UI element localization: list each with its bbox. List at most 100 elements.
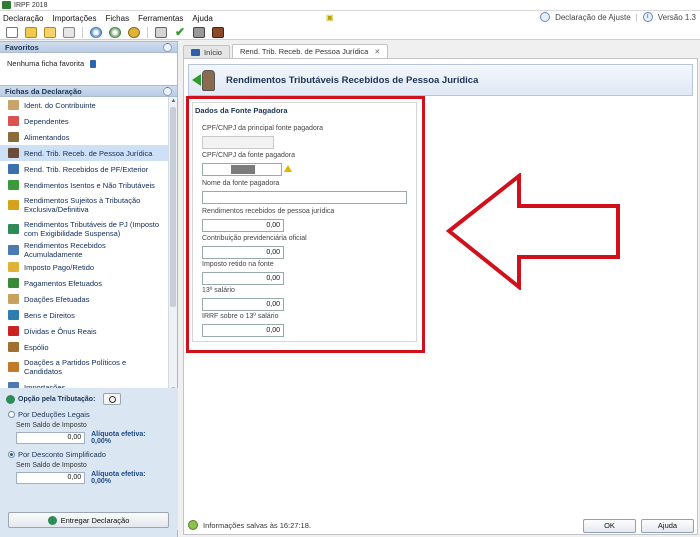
- sidebar-item-label: Rendimentos Tributáveis de PJ (Imposto c…: [24, 220, 160, 238]
- version-label[interactable]: Versão 1.3: [658, 13, 696, 22]
- menu-importacoes[interactable]: Importações: [52, 14, 96, 23]
- status-text: Informações salvas às 16:27:18.: [203, 520, 311, 530]
- sidebar-item[interactable]: Rendimentos Recebidos Acumuladamente: [0, 241, 168, 259]
- scroll-up-icon[interactable]: ▲: [170, 98, 177, 105]
- sidebar-scrollbar[interactable]: ▲ ▼: [168, 97, 177, 395]
- sidebar-item[interactable]: Imposto Pago/Retido: [0, 259, 168, 275]
- favoritos-header[interactable]: Favoritos ˆ: [0, 41, 177, 53]
- sidebar-item[interactable]: Ident. do Contribuinte: [0, 97, 168, 113]
- new-document-icon[interactable]: [6, 26, 18, 38]
- sidebar-item[interactable]: Alimentandos: [0, 129, 168, 145]
- trash-icon[interactable]: [63, 26, 75, 38]
- sidebar-item-label: Alimentandos: [24, 132, 70, 142]
- toolbar: ✔: [0, 25, 700, 40]
- ficha-icon: [8, 164, 19, 174]
- fichas-title: Fichas da Declaração: [5, 86, 82, 96]
- app-icon: [2, 1, 11, 9]
- coins-icon[interactable]: [128, 26, 140, 38]
- open-icon[interactable]: [25, 26, 37, 38]
- globe-icon[interactable]: [90, 26, 102, 38]
- page-title: Rendimentos Tributáveis Recebidos de Pes…: [226, 74, 479, 86]
- ficha-icon: [8, 294, 19, 304]
- tab-rend-trib-pj-label: Rend. Trib. Receb. de Pessoa Jurídica: [239, 47, 369, 56]
- menu-fichas[interactable]: Fichas: [106, 14, 130, 23]
- favorite-info-icon: [90, 60, 97, 69]
- opcao-tributacao-panel: Opção pela Tributação: Por Deduções Lega…: [0, 388, 178, 530]
- ajuda-button[interactable]: Ajuda: [641, 519, 694, 533]
- menu-ajuda[interactable]: Ajuda: [192, 14, 212, 23]
- sidebar-item-label: Doações a Partidos Políticos e Candidato…: [24, 358, 127, 376]
- radio-icon[interactable]: [8, 411, 15, 418]
- radio-icon[interactable]: [8, 451, 15, 458]
- declaration-type-icon: [540, 12, 551, 22]
- collapse-icon[interactable]: ˆ: [163, 86, 172, 96]
- sidebar-item[interactable]: Rendimentos Sujeitos à Tributação Exclus…: [0, 193, 168, 217]
- sidebar-item[interactable]: Doações Efetuadas: [0, 291, 168, 307]
- sidebar-item[interactable]: Rendimentos Tributáveis de PJ (Imposto c…: [0, 217, 168, 241]
- fichas-header[interactable]: Fichas da Declaração ˆ: [0, 85, 177, 97]
- sidebar-item[interactable]: Espólio: [0, 339, 168, 355]
- book-icon[interactable]: [212, 26, 224, 38]
- ficha-icon: [8, 245, 19, 255]
- menu-ferramentas[interactable]: Ferramentas: [138, 14, 183, 23]
- lock-icon: ▣: [326, 13, 334, 22]
- deducoes-legais-label: Por Deduções Legais: [18, 410, 90, 419]
- print-icon[interactable]: [155, 26, 167, 38]
- folder-icon[interactable]: [44, 26, 56, 38]
- radio-deducoes-legais[interactable]: Por Deduções Legais: [0, 408, 178, 421]
- sidebar-item-label: Rendimentos Isentos e Não Tributáveis: [24, 180, 155, 190]
- sidebar-item[interactable]: Dependentes: [0, 113, 168, 129]
- info-icon: i: [642, 12, 653, 22]
- sidebar-item[interactable]: Rendimentos Isentos e Não Tributáveis: [0, 177, 168, 193]
- search-icon[interactable]: [103, 393, 122, 405]
- sidebar-item[interactable]: Rend. Trib. Recebidos de PF/Exterior: [0, 161, 168, 177]
- legais-saldo-label: Sem Saldo de Imposto: [16, 422, 87, 429]
- desconto-simplificado-label: Por Desconto Simplificado: [18, 450, 106, 459]
- sidebar-item-label: Rendimentos Recebidos Acumuladamente: [24, 241, 106, 259]
- tab-rend-trib-pj[interactable]: Rend. Trib. Receb. de Pessoa Jurídica ✕: [231, 44, 389, 58]
- opcao-header: Opção pela Tributação:: [0, 388, 178, 408]
- radio-desconto-simplificado[interactable]: Por Desconto Simplificado: [0, 448, 178, 461]
- calculator-icon[interactable]: [193, 26, 205, 38]
- legais-value: 0,00: [16, 432, 86, 444]
- simplificado-value: 0,00: [16, 472, 86, 484]
- sidebar-item[interactable]: Bens e Direitos: [0, 307, 168, 323]
- sidebar-item[interactable]: Pagamentos Efetuados: [0, 275, 168, 291]
- home-icon: [191, 48, 200, 56]
- scroll-thumb[interactable]: [170, 107, 176, 307]
- ok-button[interactable]: OK: [583, 519, 636, 533]
- sidebar-item-label: Rendimentos Sujeitos à Tributação Exclus…: [24, 196, 141, 214]
- back-arrow-icon[interactable]: [192, 69, 216, 91]
- check-icon[interactable]: ✔: [174, 26, 186, 38]
- entregar-declaracao-button[interactable]: Entregar Declaração: [8, 512, 169, 528]
- ficha-icon: [8, 362, 19, 372]
- ficha-icon: [8, 132, 19, 142]
- ficha-icon: [8, 200, 19, 210]
- globe-download-icon[interactable]: [109, 26, 121, 38]
- ficha-icon: [8, 326, 19, 336]
- legais-aliquota: Alíquota efetiva: 0,00%: [91, 431, 146, 445]
- opcao-title: Opção pela Tributação:: [18, 395, 96, 403]
- sidebar-item[interactable]: Dívidas e Ônus Reais: [0, 323, 168, 339]
- tab-bar: Início Rend. Trib. Receb. de Pessoa Jurí…: [183, 44, 698, 58]
- close-icon[interactable]: ✕: [374, 48, 380, 56]
- toolbar-separator: [147, 26, 148, 38]
- toolbar-separator: [82, 26, 83, 38]
- deliver-icon: [47, 515, 57, 525]
- sidebar-item-label: Imposto Pago/Retido: [24, 262, 95, 272]
- favoritos-title: Favoritos: [5, 42, 39, 52]
- favoritos-empty-text: Nenhuma ficha favorita: [7, 59, 85, 68]
- ficha-icon: [8, 278, 19, 288]
- menu-declaracao[interactable]: Declaração: [3, 14, 43, 23]
- sidebar-item-label: Bens e Direitos: [24, 310, 75, 320]
- sidebar-item-label: Rend. Trib. Receb. de Pessoa Jurídica: [24, 148, 153, 158]
- ficha-icon: [8, 100, 19, 110]
- declaracao-ajuste-link[interactable]: Declaração de Ajuste: [555, 13, 631, 22]
- ficha-icon: [8, 262, 19, 272]
- collapse-icon[interactable]: ˆ: [163, 42, 172, 52]
- ficha-icon: [8, 342, 19, 352]
- sidebar-item[interactable]: Rend. Trib. Receb. de Pessoa Jurídica: [0, 145, 168, 161]
- tab-inicio[interactable]: Início: [183, 45, 230, 58]
- simplificado-value-row: 0,00 Alíquota efetiva: 0,00%: [0, 470, 178, 488]
- sidebar-item[interactable]: Doações a Partidos Políticos e Candidato…: [0, 355, 168, 379]
